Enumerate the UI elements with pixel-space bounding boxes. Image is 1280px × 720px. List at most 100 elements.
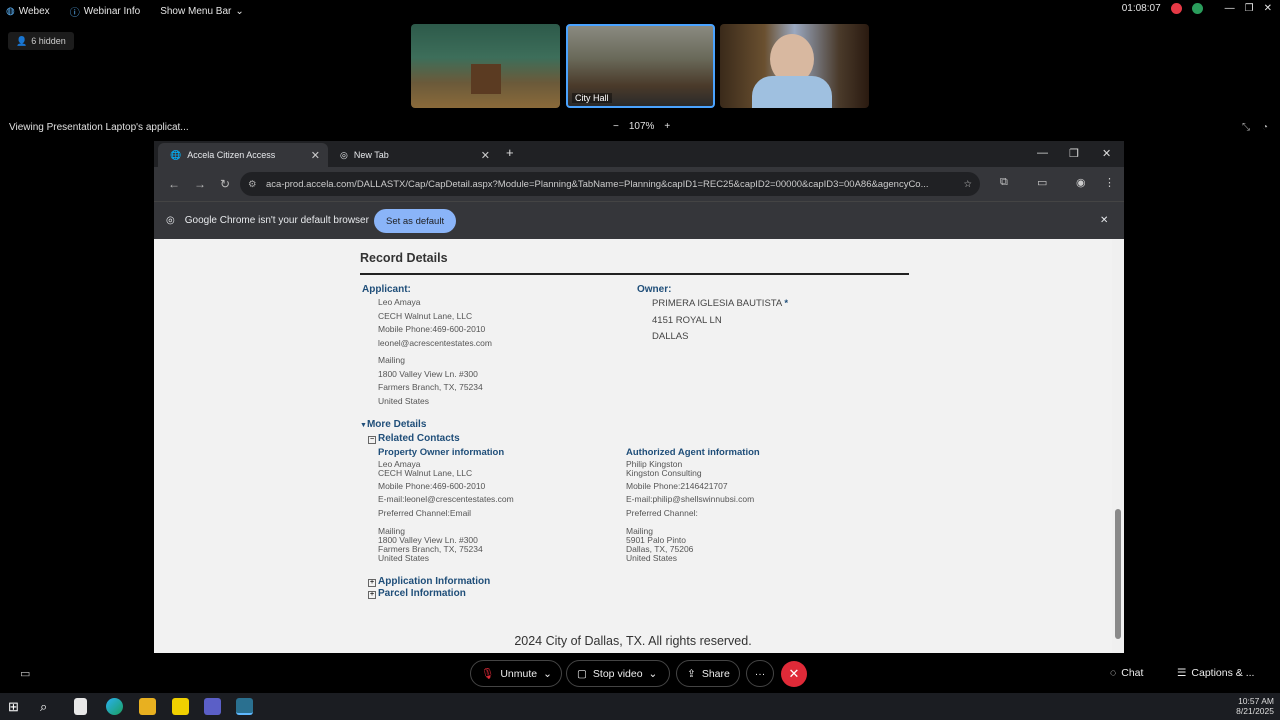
expand-icon[interactable]: ⤡: [1242, 122, 1250, 133]
share-button[interactable]: ⇪ Share: [676, 660, 740, 687]
chevron-down-icon[interactable]: ⌄: [649, 668, 658, 680]
more-details-toggle[interactable]: ▼More Details: [360, 419, 426, 430]
parcel-info-toggle[interactable]: + Parcel Information: [368, 588, 466, 599]
property-owner-heading: Property Owner information: [378, 447, 505, 458]
search-icon[interactable]: ⌕: [40, 698, 57, 715]
city-hall-label: City Hall: [572, 93, 612, 103]
record-details-page: Record Details Applicant: Leo Amaya CECH…: [154, 239, 1112, 653]
cast-icon[interactable]: ▭: [1037, 176, 1047, 189]
agent-company: Kingston Consulting: [626, 468, 702, 478]
settings-icon[interactable]: ◔: [1262, 122, 1268, 133]
hidden-participants-button[interactable]: 👤 6 hidden: [8, 32, 74, 50]
profile-icon[interactable]: ◉: [1076, 176, 1086, 189]
tab-accela-label: Accela Citizen Access: [187, 150, 276, 160]
chevron-down-icon: ⌄: [235, 5, 244, 17]
zoom-in-button[interactable]: +: [664, 121, 670, 132]
zoom-level: 107%: [628, 121, 655, 132]
agent-country: United States: [626, 553, 678, 563]
layout-icon[interactable]: ▭: [20, 667, 30, 680]
webex-taskbar-icon[interactable]: [236, 698, 253, 715]
applicant-country: United States: [378, 395, 430, 406]
site-info-icon[interactable]: ⚙: [248, 179, 257, 190]
tab-strip: 🌐 Accela Citizen Access ✕ ◎ New Tab ✕ + …: [154, 141, 1124, 167]
share-icon: ⇪: [687, 667, 696, 680]
zoom-out-button[interactable]: −: [613, 121, 619, 132]
webex-app-menu[interactable]: ◍ Webex: [6, 6, 50, 17]
address-bar[interactable]: ⚙ aca-prod.accela.com/DALLASTX/Cap/CapDe…: [240, 172, 980, 196]
property-owner-address: Mailing 1800 Valley View Ln. #300 Farmer…: [378, 527, 483, 563]
maximize-icon[interactable]: ❐: [1245, 3, 1254, 14]
participant-avatar-icon[interactable]: [1191, 3, 1203, 14]
extensions-icon[interactable]: ⧉: [1000, 176, 1008, 189]
applicant-city: Farmers Branch, TX, 75234: [378, 382, 483, 393]
agent-email: E-mail:philip@shellswinnubsi.com: [626, 494, 755, 504]
chrome-icon: ◎: [340, 149, 348, 160]
chat-label: Chat: [1121, 667, 1144, 679]
related-contacts-toggle[interactable]: − Related Contacts: [368, 433, 460, 444]
minimize-icon[interactable]: —: [1225, 3, 1235, 14]
omnibar: ← → ↻ ⚙ aca-prod.accela.com/DALLASTX/Cap…: [154, 167, 1124, 201]
tab-accela[interactable]: 🌐 Accela Citizen Access ✕: [158, 143, 328, 167]
tab-new[interactable]: ◎ New Tab ✕: [328, 143, 498, 167]
show-menu-bar-button[interactable]: Show Menu Bar ⌄: [160, 6, 244, 17]
windows-start-icon[interactable]: ⊞: [8, 698, 25, 715]
chat-button[interactable]: ◌ Chat: [1110, 667, 1143, 679]
owner-city: DALLAS: [652, 331, 689, 342]
triangle-down-icon: ▼: [360, 422, 367, 429]
stop-video-button[interactable]: ▢ Stop video ⌄: [566, 660, 670, 687]
close-icon[interactable]: ✕: [1264, 3, 1272, 14]
reload-icon[interactable]: ↻: [220, 177, 230, 191]
end-call-button[interactable]: ✕: [781, 661, 807, 687]
owner-block: PRIMERA IGLESIA BAUTISTA * 4151 ROYAL LN…: [652, 296, 788, 346]
system-clock[interactable]: 10:57 AM 8/21/2025: [1236, 696, 1274, 716]
property-owner-email: E-mail:leonel@crescentestates.com: [378, 494, 514, 504]
file-icon[interactable]: [74, 698, 87, 715]
unmute-button[interactable]: 🎙 Unmute ⌄: [470, 660, 562, 687]
property-owner-company: CECH Walnut Lane, LLC: [378, 468, 473, 478]
application-info-toggle[interactable]: + Application Information: [368, 576, 490, 587]
more-options-button[interactable]: ···: [746, 660, 774, 687]
restore-icon[interactable]: ❐: [1069, 147, 1079, 160]
menu-kebab-icon[interactable]: ⋮: [1104, 176, 1115, 189]
scrollbar-thumb[interactable]: [1115, 509, 1121, 639]
infobar-message: Google Chrome isn't your default browser: [184, 215, 369, 226]
more-options-label: ···: [754, 667, 766, 680]
collapse-minus-icon: −: [368, 436, 376, 444]
close-infobar-icon[interactable]: ✕: [1100, 215, 1108, 226]
podium-shape: [471, 64, 501, 94]
close-tab-icon[interactable]: ✕: [481, 149, 490, 162]
new-tab-plus-icon[interactable]: +: [506, 145, 514, 160]
bookmark-star-icon[interactable]: ☆: [963, 179, 972, 190]
property-owner-country: United States: [378, 553, 430, 563]
set-as-default-button[interactable]: Set as default: [374, 209, 457, 233]
heading-rule: [360, 273, 909, 275]
file-explorer-icon[interactable]: [139, 698, 156, 715]
captions-button[interactable]: ☰ Captions & ...: [1177, 667, 1254, 679]
webex-top-bar: ◍ Webex ⓘ Webinar Info Show Menu Bar ⌄ 0…: [0, 0, 1280, 22]
applicant-name: Leo Amaya: [378, 297, 421, 307]
video-thumbnail-speaker[interactable]: [720, 24, 869, 108]
teams-icon[interactable]: [204, 698, 221, 715]
forward-arrow-icon[interactable]: →: [194, 177, 206, 191]
show-menu-label: Show Menu Bar: [160, 5, 232, 17]
sticky-notes-icon[interactable]: [172, 698, 189, 715]
stop-video-label: Stop video: [592, 667, 643, 680]
close-tab-icon[interactable]: ✕: [311, 149, 320, 162]
unmute-label: Unmute: [500, 667, 538, 680]
page-scrollbar[interactable]: [1112, 239, 1124, 653]
webinar-info-button[interactable]: ⓘ Webinar Info: [70, 4, 141, 19]
expand-plus-icon: +: [368, 579, 376, 587]
agent-phone: Mobile Phone:2146421707: [626, 481, 728, 491]
chevron-down-icon[interactable]: ⌄: [543, 668, 552, 680]
person-icon: 👤: [16, 35, 28, 46]
video-thumbnail-city-hall[interactable]: City Hall: [566, 24, 715, 108]
edge-browser-icon[interactable]: [106, 698, 123, 715]
applicant-label: Applicant:: [362, 284, 411, 295]
close-icon[interactable]: ✕: [1102, 147, 1111, 160]
video-thumbnail-chamber[interactable]: [411, 24, 560, 108]
recording-icon[interactable]: [1170, 3, 1182, 14]
viewing-presentation-label: Viewing Presentation Laptop's applicat..…: [9, 122, 189, 133]
chrome-icon: ◎: [166, 215, 175, 226]
back-arrow-icon[interactable]: ←: [168, 177, 180, 191]
minimize-icon[interactable]: —: [1037, 147, 1048, 159]
